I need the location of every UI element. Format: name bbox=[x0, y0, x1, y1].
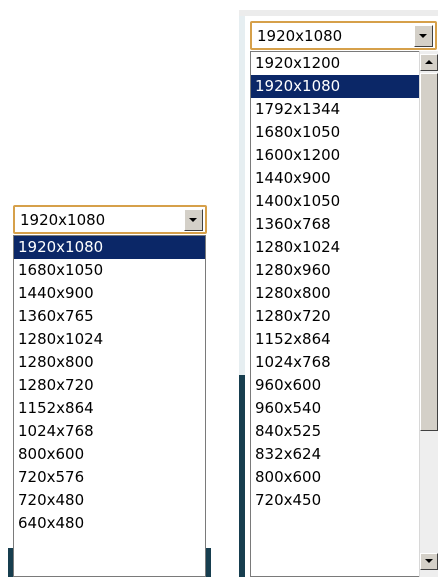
vertical-scrollbar[interactable] bbox=[419, 51, 438, 577]
option-item[interactable]: 1680x1050 bbox=[251, 121, 419, 144]
option-item[interactable]: 1920x1080 bbox=[251, 75, 419, 98]
chevron-down-icon bbox=[189, 218, 197, 222]
option-item[interactable]: 1360x765 bbox=[14, 305, 205, 328]
background-strip bbox=[239, 10, 438, 16]
option-item[interactable]: 800x600 bbox=[251, 466, 419, 489]
option-item[interactable]: 640x480 bbox=[14, 512, 205, 535]
option-item[interactable]: 1400x1050 bbox=[251, 190, 419, 213]
option-item[interactable]: 840x525 bbox=[251, 420, 419, 443]
arrow-up-icon bbox=[425, 60, 433, 64]
option-item[interactable]: 720x576 bbox=[14, 466, 205, 489]
option-item[interactable]: 1280x720 bbox=[14, 374, 205, 397]
dropdown-button[interactable] bbox=[184, 209, 203, 231]
option-item[interactable]: 1600x1200 bbox=[251, 144, 419, 167]
background-strip bbox=[239, 10, 245, 375]
option-item[interactable]: 1360x768 bbox=[251, 213, 419, 236]
option-item[interactable]: 1280x960 bbox=[251, 259, 419, 282]
option-item[interactable]: 1280x800 bbox=[251, 282, 419, 305]
option-item[interactable]: 720x480 bbox=[14, 489, 205, 512]
scroll-down-button[interactable] bbox=[420, 553, 438, 570]
option-item[interactable]: 1920x1080 bbox=[14, 236, 205, 259]
option-item[interactable]: 1024x768 bbox=[14, 420, 205, 443]
option-item[interactable]: 1440x900 bbox=[14, 282, 205, 305]
resolution-list-right[interactable]: 1920x1200 1920x1080 1792x1344 1680x1050 1600… bbox=[250, 51, 420, 577]
resolution-select-right[interactable]: 1920x1080 bbox=[250, 21, 437, 50]
option-item[interactable]: 1152x864 bbox=[14, 397, 205, 420]
option-item[interactable]: 1280x1024 bbox=[14, 328, 205, 351]
option-item[interactable]: 800x600 bbox=[14, 443, 205, 466]
option-item[interactable]: 1792x1344 bbox=[251, 98, 419, 121]
option-item[interactable]: 1280x800 bbox=[14, 351, 205, 374]
option-item[interactable]: 1680x1050 bbox=[14, 259, 205, 282]
dropdown-button[interactable] bbox=[414, 25, 433, 47]
option-item[interactable]: 1920x1200 bbox=[251, 52, 419, 75]
scroll-up-button[interactable] bbox=[420, 54, 438, 71]
scroll-thumb[interactable] bbox=[420, 73, 438, 431]
arrow-down-icon bbox=[425, 559, 433, 563]
option-item[interactable]: 1280x1024 bbox=[251, 236, 419, 259]
chevron-down-icon bbox=[419, 34, 427, 38]
option-item[interactable]: 1024x768 bbox=[251, 351, 419, 374]
option-item[interactable]: 832x624 bbox=[251, 443, 419, 466]
selected-value: 1920x1080 bbox=[257, 27, 343, 45]
selected-value: 1920x1080 bbox=[20, 211, 106, 229]
background-strip bbox=[239, 375, 245, 577]
option-item[interactable]: 960x600 bbox=[251, 374, 419, 397]
option-item[interactable]: 960x540 bbox=[251, 397, 419, 420]
option-item[interactable]: 1152x864 bbox=[251, 328, 419, 351]
option-item[interactable]: 1280x720 bbox=[251, 305, 419, 328]
resolution-select-left[interactable]: 1920x1080 bbox=[13, 205, 207, 234]
resolution-list-left[interactable]: 1920x1080 1680x1050 1440x900 1360x765 1280x1… bbox=[13, 235, 206, 577]
option-item[interactable]: 1440x900 bbox=[251, 167, 419, 190]
option-item[interactable]: 720x450 bbox=[251, 489, 419, 512]
